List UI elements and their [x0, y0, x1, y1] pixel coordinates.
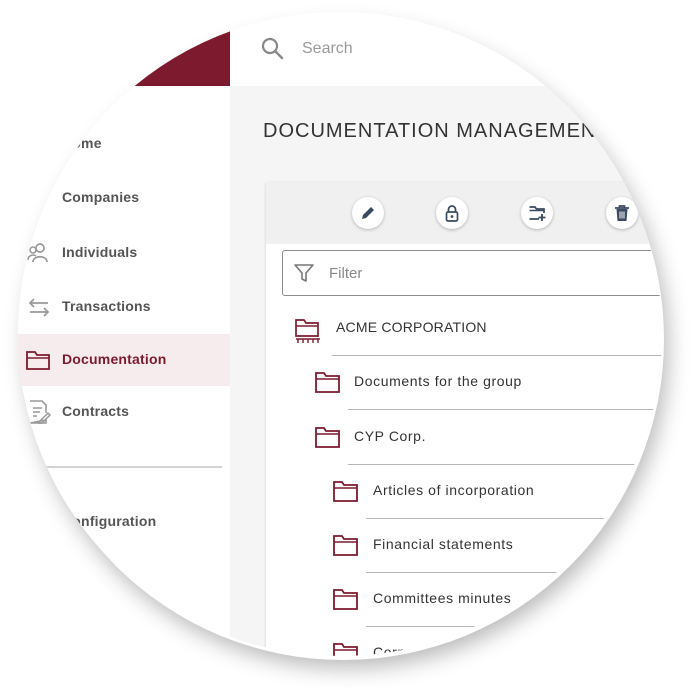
folder-icon [315, 372, 340, 393]
sidebar-item-label: Individuals [62, 244, 138, 260]
edit-button[interactable] [352, 197, 384, 229]
sidebar-item-transactions[interactable]: Transactions [18, 281, 230, 333]
sidebar-item-contracts[interactable]: Contracts [18, 386, 230, 438]
sidebar-item-label: Transactions [62, 298, 151, 314]
tree-item-folder[interactable]: Articles of incorporation [332, 465, 662, 519]
page-title: DOCUMENTATION MANAGEMENT [263, 120, 610, 142]
tree-item-label: Corporate documents [373, 644, 520, 656]
search-icon[interactable] [260, 36, 284, 60]
filter-field[interactable] [282, 250, 662, 296]
tree-item-label: Documents for the group [354, 373, 522, 389]
tree-divider [348, 409, 662, 410]
brand-bar [18, 12, 230, 86]
tree-item-folder[interactable]: CYP Corp. [314, 411, 662, 465]
sidebar-divider [30, 466, 222, 468]
pencil-icon [362, 207, 374, 219]
sidebar-item-home[interactable]: Home [18, 118, 230, 170]
lock-icon [445, 205, 459, 222]
sidebar-item-individuals[interactable]: Individuals [18, 227, 230, 279]
tree-item-folder[interactable]: Documents for the group [314, 356, 662, 410]
sidebar-item-companies[interactable]: Companies [18, 172, 230, 224]
company-folder-icon [295, 319, 320, 343]
tree-item-label: Articles of incorporation [373, 482, 535, 498]
sidebar-item-label: Home [62, 135, 102, 151]
tree-item-label: Financial statements [373, 536, 514, 552]
tree-item-folder[interactable]: Financial statements [332, 519, 662, 573]
sidebar: Home Companies Individuals Transactions [18, 12, 230, 656]
contract-icon [29, 400, 52, 424]
home-icon [24, 132, 52, 156]
documents-panel: ACME CORPORATION Documents for the group… [266, 182, 662, 656]
tree-item-company[interactable]: ACME CORPORATION [294, 302, 662, 356]
building-icon [37, 199, 43, 209]
gear-icon [24, 510, 52, 534]
tree-item-label: Committees minutes [373, 590, 512, 606]
folder-add-icon [529, 206, 546, 221]
lock-button[interactable] [436, 197, 468, 229]
tree-item-folder[interactable]: Committees minutes [332, 573, 662, 627]
people-icon [27, 243, 48, 263]
folder-icon [333, 643, 358, 656]
top-bar [230, 12, 662, 86]
sidebar-item-configuration[interactable]: Configuration [18, 496, 230, 548]
sidebar-item-documentation[interactable]: Documentation [18, 334, 230, 386]
sidebar-item-label: Companies [62, 189, 140, 205]
tree-item-label: CYP Corp. [354, 428, 427, 444]
folder-icon [333, 535, 358, 556]
add-folder-button[interactable] [521, 197, 553, 229]
magnifier-lens: Home Companies Individuals Transactions [18, 12, 662, 656]
tree-item-folder[interactable]: Corporate documents [332, 627, 662, 656]
main-content: DOCUMENTATION MANAGEMENT Filter ACME COR… [230, 86, 662, 656]
delete-button[interactable] [606, 197, 638, 229]
folder-icon [333, 589, 358, 610]
search-input[interactable] [302, 38, 602, 60]
folder-icon [333, 481, 358, 502]
folder-icon [315, 427, 340, 448]
filter-icon [294, 264, 314, 282]
toolbar [266, 182, 662, 244]
sidebar-item-label: Configuration [62, 513, 157, 529]
folder-icon [26, 351, 50, 370]
sidebar-item-label: Documentation [62, 351, 167, 367]
filter-input[interactable] [329, 263, 629, 283]
tree-item-label: ACME CORPORATION [336, 319, 487, 335]
arrows-swap-icon [28, 298, 50, 317]
trash-icon [615, 205, 629, 221]
sidebar-item-label: Contracts [62, 403, 130, 419]
